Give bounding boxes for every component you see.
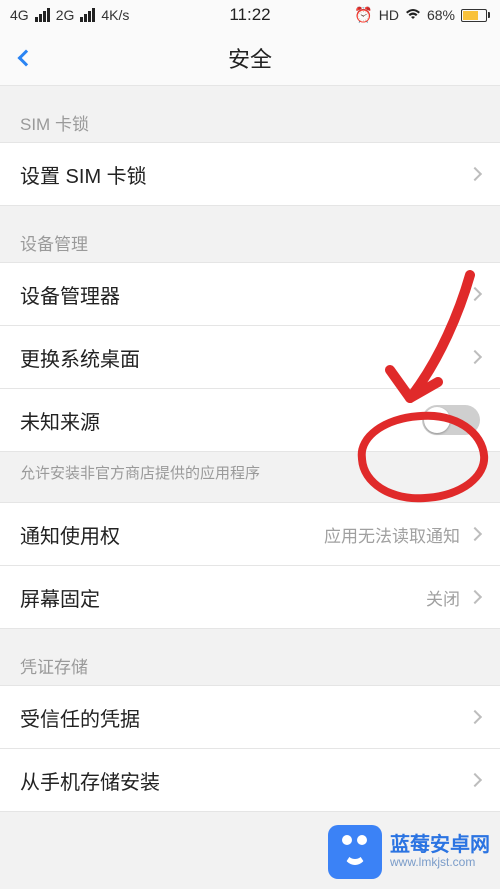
signal-bars-2 — [80, 8, 95, 22]
battery-icon — [461, 9, 490, 22]
row-screen-pinning[interactable]: 屏幕固定 关闭 — [0, 565, 500, 629]
row-trusted-credentials[interactable]: 受信任的凭据 — [0, 685, 500, 749]
section-header-device: 设备管理 — [0, 206, 500, 263]
signal-bars-1 — [35, 8, 50, 22]
watermark-title: 蓝莓安卓网 — [390, 834, 490, 856]
row-label: 受信任的凭据 — [20, 703, 140, 732]
net-speed: 4K/s — [101, 7, 129, 23]
row-install-from-storage[interactable]: 从手机存储安装 — [0, 748, 500, 812]
row-label: 屏幕固定 — [20, 583, 100, 612]
row-notification-access[interactable]: 通知使用权 应用无法读取通知 — [0, 502, 500, 566]
chevron-right-icon — [468, 710, 482, 724]
row-label: 通知使用权 — [20, 520, 120, 549]
clock: 11:22 — [229, 5, 270, 25]
row-unknown-sources[interactable]: 未知来源 — [0, 388, 500, 452]
row-label: 设备管理器 — [20, 280, 120, 309]
row-label: 从手机存储安装 — [20, 766, 160, 795]
hd-label: HD — [379, 7, 399, 23]
chevron-right-icon — [468, 167, 482, 181]
wifi-icon — [405, 7, 421, 24]
unknown-sources-toggle[interactable] — [422, 405, 480, 435]
row-label: 更换系统桌面 — [20, 343, 140, 372]
row-label: 未知来源 — [20, 406, 100, 435]
chevron-right-icon — [468, 287, 482, 301]
watermark-url: www.lmkjst.com — [390, 856, 490, 869]
row-change-launcher[interactable]: 更换系统桌面 — [0, 325, 500, 389]
status-left: 4G 2G 4K/s — [10, 7, 129, 23]
chevron-right-icon — [468, 773, 482, 787]
back-button[interactable] — [12, 44, 40, 72]
section-header-sim: SIM 卡锁 — [0, 86, 500, 143]
unknown-sources-footnote: 允许安装非官方商店提供的应用程序 — [0, 452, 500, 503]
net2-label: 2G — [56, 7, 75, 23]
row-value: 关闭 — [426, 585, 460, 610]
watermark-icon — [328, 825, 382, 879]
battery-pct: 68% — [427, 7, 455, 23]
chevron-right-icon — [468, 527, 482, 541]
row-device-admin[interactable]: 设备管理器 — [0, 262, 500, 326]
status-bar: 4G 2G 4K/s 11:22 ⏰ HD 68% — [0, 0, 500, 30]
row-set-sim-lock[interactable]: 设置 SIM 卡锁 — [0, 142, 500, 206]
watermark: 蓝莓安卓网 www.lmkjst.com — [318, 819, 500, 885]
nav-header: 安全 — [0, 30, 500, 86]
alarm-icon: ⏰ — [354, 6, 373, 24]
page-title: 安全 — [228, 42, 272, 74]
chevron-left-icon — [18, 49, 35, 66]
net1-label: 4G — [10, 7, 29, 23]
section-header-cred: 凭证存储 — [0, 629, 500, 686]
chevron-right-icon — [468, 350, 482, 364]
status-right: ⏰ HD 68% — [354, 6, 490, 24]
row-value: 应用无法读取通知 — [324, 522, 460, 547]
row-label: 设置 SIM 卡锁 — [20, 160, 147, 189]
chevron-right-icon — [468, 590, 482, 604]
